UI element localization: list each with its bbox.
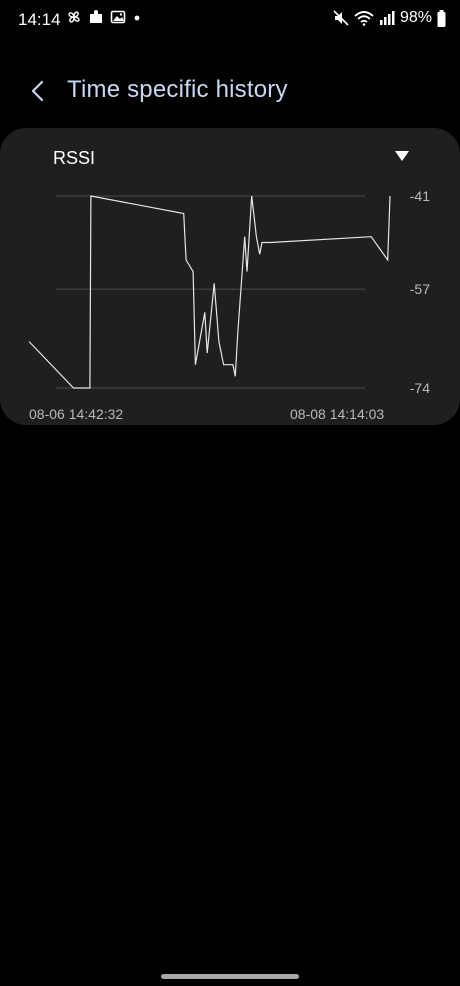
dot-icon bbox=[134, 15, 140, 21]
gesture-bar[interactable] bbox=[161, 974, 299, 979]
y-tick-label: -74 bbox=[410, 380, 430, 396]
image-icon bbox=[110, 10, 126, 24]
system-icons: 98% bbox=[333, 9, 446, 27]
battery-icon bbox=[437, 9, 446, 27]
history-card: RSSI -41 -57 -74 08-06 14:42:32 08-08 14:1… bbox=[0, 128, 460, 425]
pinwheel-icon bbox=[68, 11, 80, 23]
x-end-label: 08-08 14:14:03 bbox=[290, 406, 385, 422]
x-start-label: 08-06 14:42:32 bbox=[29, 406, 124, 422]
status-bar: 14:14 98% bbox=[0, 0, 460, 40]
y-tick-label: -41 bbox=[410, 188, 430, 204]
page-title: Time specific history bbox=[67, 76, 288, 103]
notification-icons bbox=[66, 9, 142, 25]
mute-icon bbox=[333, 10, 349, 26]
chevron-left-icon[interactable] bbox=[24, 76, 54, 106]
y-tick-label: -57 bbox=[410, 281, 430, 297]
app-header: Time specific history bbox=[0, 70, 460, 114]
wifi-icon bbox=[354, 11, 374, 26]
battery-percent: 98% bbox=[399, 9, 432, 26]
rssi-series-line bbox=[28, 195, 391, 389]
rssi-chart: -41 -57 -74 bbox=[28, 188, 430, 396]
signal-icon bbox=[379, 11, 395, 25]
status-time: 14:14 bbox=[18, 10, 61, 29]
puzzle-icon bbox=[90, 10, 102, 23]
